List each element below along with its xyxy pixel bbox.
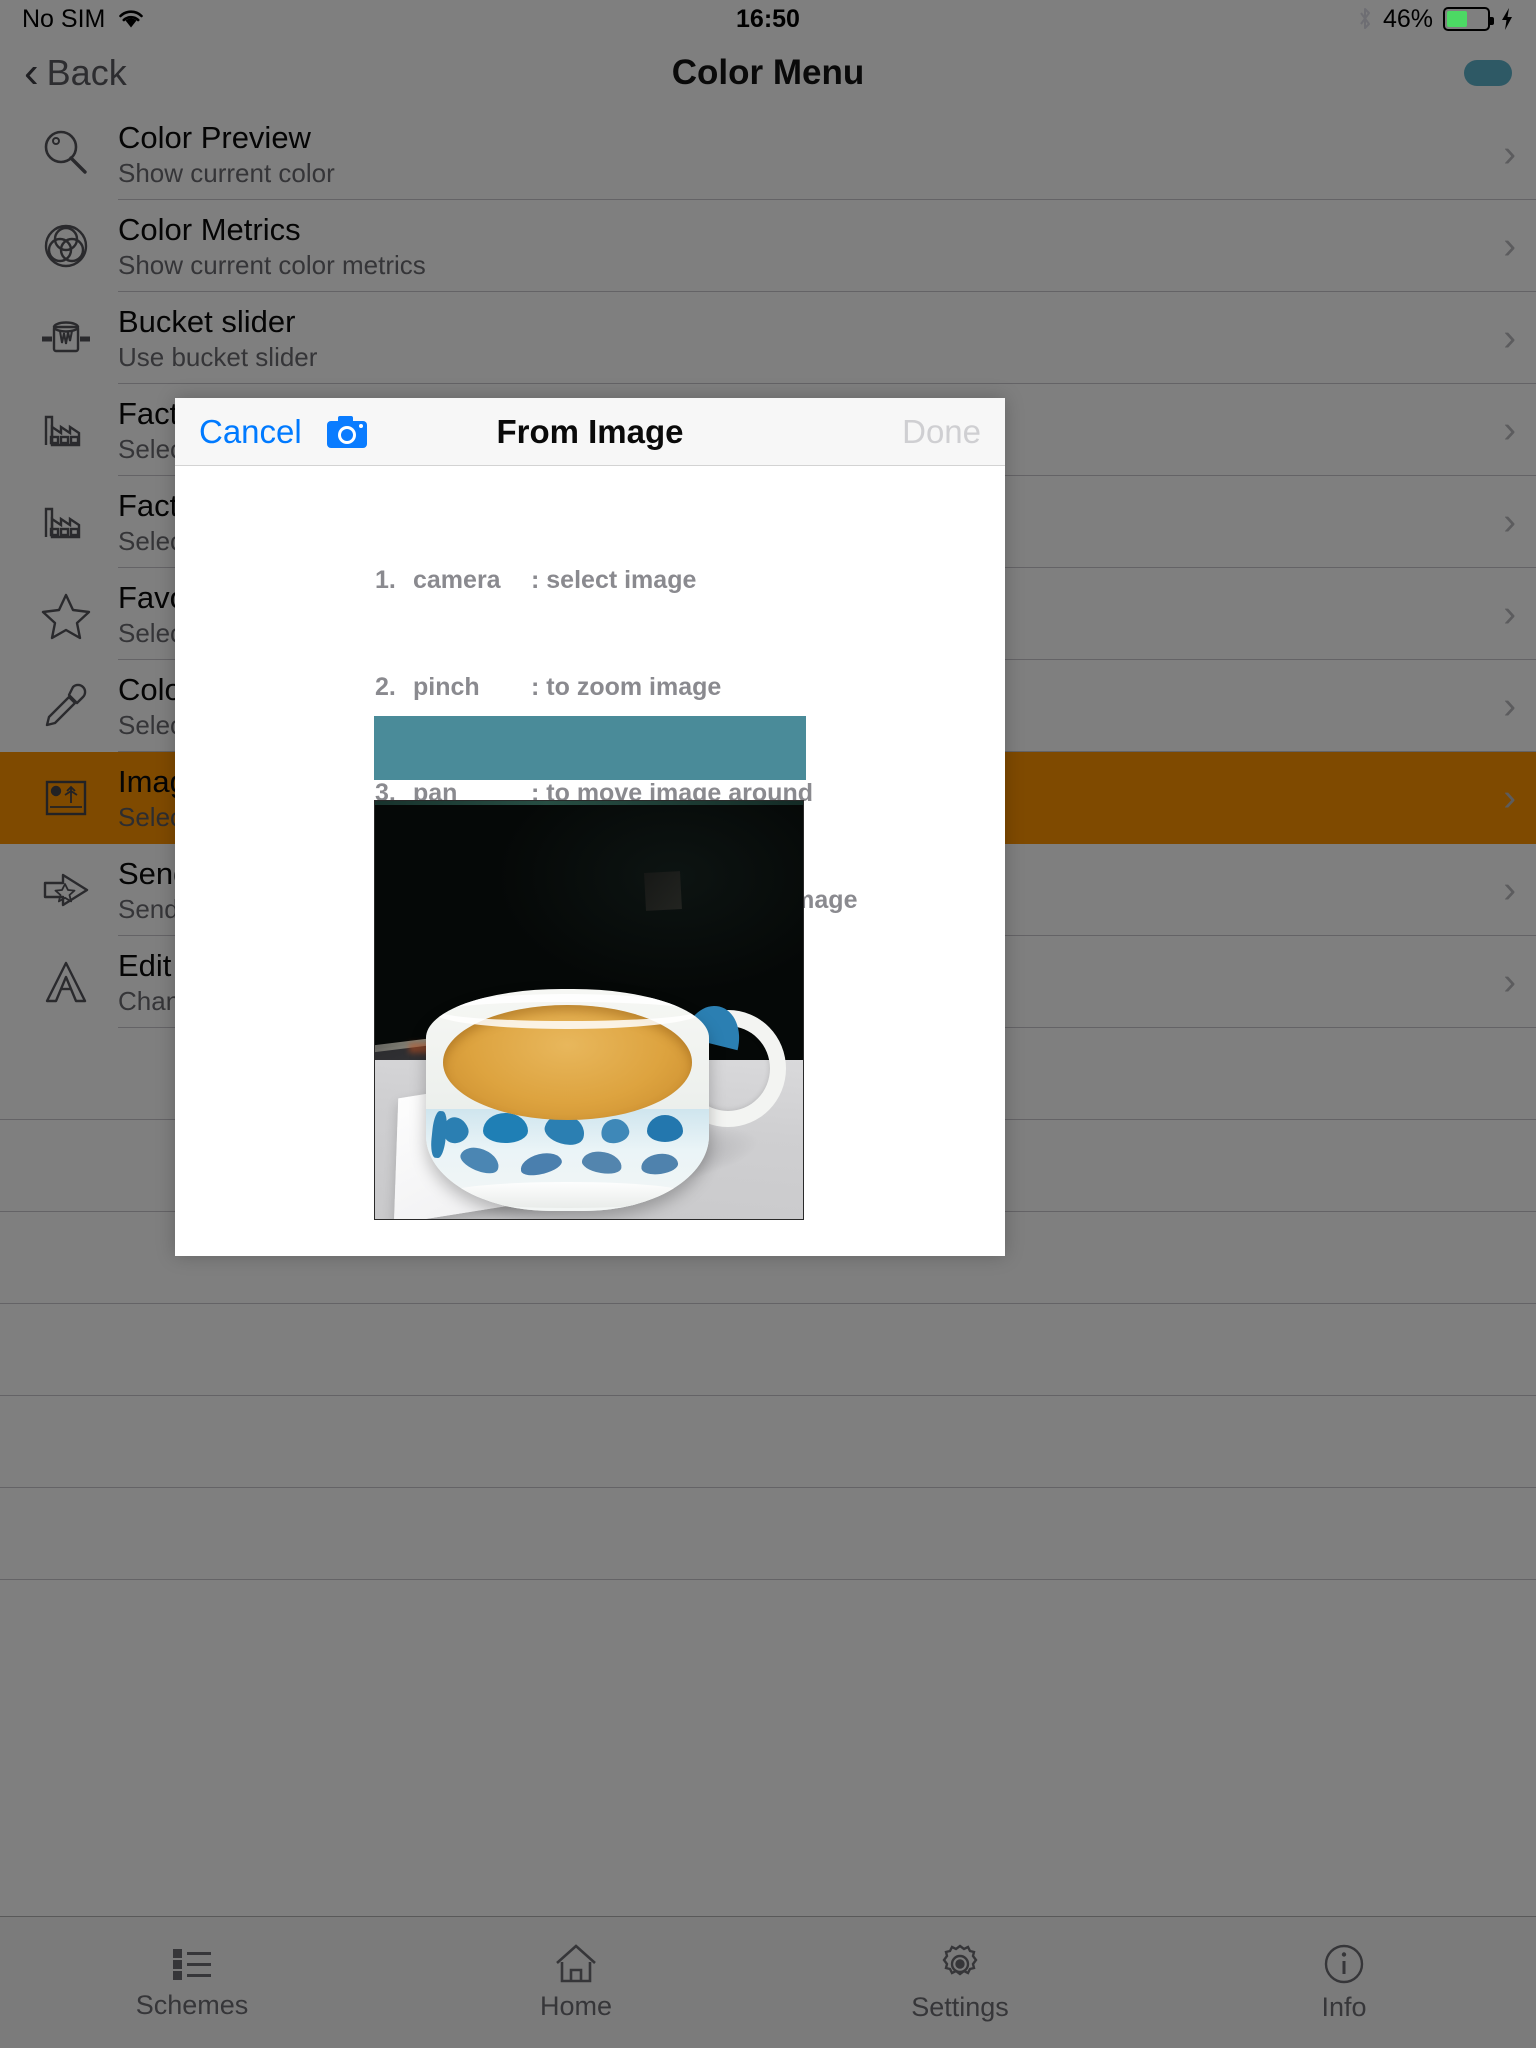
tab-settings[interactable]: Settings: [768, 1942, 1152, 2023]
chevron-right-icon: ›: [1503, 409, 1516, 452]
chevron-right-icon: ›: [1503, 133, 1516, 176]
list-item-bucket-slider[interactable]: Bucket slider Use bucket slider ›: [0, 292, 1536, 384]
list-item-subtitle: Show current color: [118, 159, 1491, 187]
instruction-key: pinch: [413, 670, 531, 706]
instruction-number: 1.: [375, 563, 413, 599]
factory-icon: [14, 493, 118, 551]
instruction-number: 2.: [375, 670, 413, 706]
letter-a-icon: [14, 953, 118, 1011]
instruction-separator: :: [531, 566, 539, 594]
instruction-value: : to zoom image: [531, 670, 721, 706]
chevron-right-icon: ›: [1503, 593, 1516, 636]
star-icon: [14, 585, 118, 643]
tab-label: Info: [1321, 1992, 1366, 2023]
instruction-value: : select image: [531, 563, 696, 599]
tab-label: Schemes: [136, 1990, 249, 2021]
battery-percent-label: 46%: [1383, 5, 1433, 34]
tab-home[interactable]: Home: [384, 1943, 768, 2022]
tab-info[interactable]: Info: [1152, 1942, 1536, 2023]
battery-icon: [1443, 7, 1490, 31]
list-item-text: Bucket slider Use bucket slider: [118, 305, 1491, 372]
magnifier-icon: [14, 125, 118, 183]
list-item-text: Color Preview Show current color: [118, 121, 1491, 188]
gear-icon: [937, 1942, 983, 1986]
clock-label: 16:50: [0, 5, 1536, 34]
list-item-title: Bucket slider: [118, 305, 1491, 338]
source-photo[interactable]: [374, 800, 804, 1220]
current-color-swatch[interactable]: [1464, 60, 1512, 86]
chevron-right-icon: ›: [1503, 777, 1516, 820]
tab-bar[interactable]: Schemes Home Settings Inf: [0, 1916, 1536, 2048]
chevron-right-icon: ›: [1503, 869, 1516, 912]
instruction-item: 1. camera : select image: [375, 563, 1005, 599]
charging-bolt-icon: [1500, 7, 1514, 31]
list-item-color-preview[interactable]: Color Preview Show current color ›: [0, 108, 1536, 200]
factory-icon: [14, 401, 118, 459]
list-filler-row: [0, 1488, 1536, 1580]
done-button[interactable]: Done: [902, 413, 981, 451]
list-filler-row: [0, 1396, 1536, 1488]
chevron-right-icon: ›: [1503, 317, 1516, 360]
instruction-item: 2. pinch : to zoom image: [375, 670, 1005, 706]
chevron-right-icon: ›: [1503, 961, 1516, 1004]
instruction-key: camera: [413, 563, 531, 599]
modal-header: Cancel From Image Done: [175, 398, 1005, 466]
chevron-right-icon: ›: [1503, 685, 1516, 728]
venn-circles-icon: [14, 217, 118, 275]
navigation-bar: ‹ Back Color Menu: [0, 38, 1536, 108]
status-bar-right: 46%: [1357, 5, 1514, 34]
list-item-title: Color Preview: [118, 121, 1491, 154]
eyedropper-icon: [14, 677, 118, 735]
list-item-subtitle: Show current color metrics: [118, 251, 1491, 279]
info-icon: [1321, 1942, 1367, 1986]
picked-color-swatch: [374, 716, 806, 780]
list-item-subtitle: Use bucket slider: [118, 343, 1491, 371]
send-arrow-icon: [14, 861, 118, 919]
chevron-right-icon: ›: [1503, 225, 1516, 268]
chevron-right-icon: ›: [1503, 501, 1516, 544]
tab-label: Home: [540, 1991, 612, 2022]
bluetooth-icon: [1357, 6, 1373, 32]
screen: No SIM 16:50 46%: [0, 0, 1536, 2048]
page-title: Color Menu: [0, 53, 1536, 93]
tab-label: Settings: [911, 1992, 1009, 2023]
instruction-text: select image: [546, 566, 696, 594]
status-bar: No SIM 16:50 46%: [0, 0, 1536, 38]
instruction-text: to zoom image: [546, 673, 721, 701]
paint-bucket-icon: [14, 309, 118, 367]
home-icon: [553, 1943, 599, 1985]
list-icon: [169, 1944, 215, 1984]
list-item-title: Color Metrics: [118, 213, 1491, 246]
modal-title: From Image: [175, 413, 1005, 451]
from-image-modal: Cancel From Image Done 1. camera : selec…: [175, 398, 1005, 1256]
instruction-separator: :: [531, 673, 539, 701]
tab-schemes[interactable]: Schemes: [0, 1944, 384, 2021]
list-filler-row: [0, 1304, 1536, 1396]
list-item-text: Color Metrics Show current color metrics: [118, 213, 1491, 280]
list-item-color-metrics[interactable]: Color Metrics Show current color metrics…: [0, 200, 1536, 292]
picture-icon: [14, 769, 118, 827]
